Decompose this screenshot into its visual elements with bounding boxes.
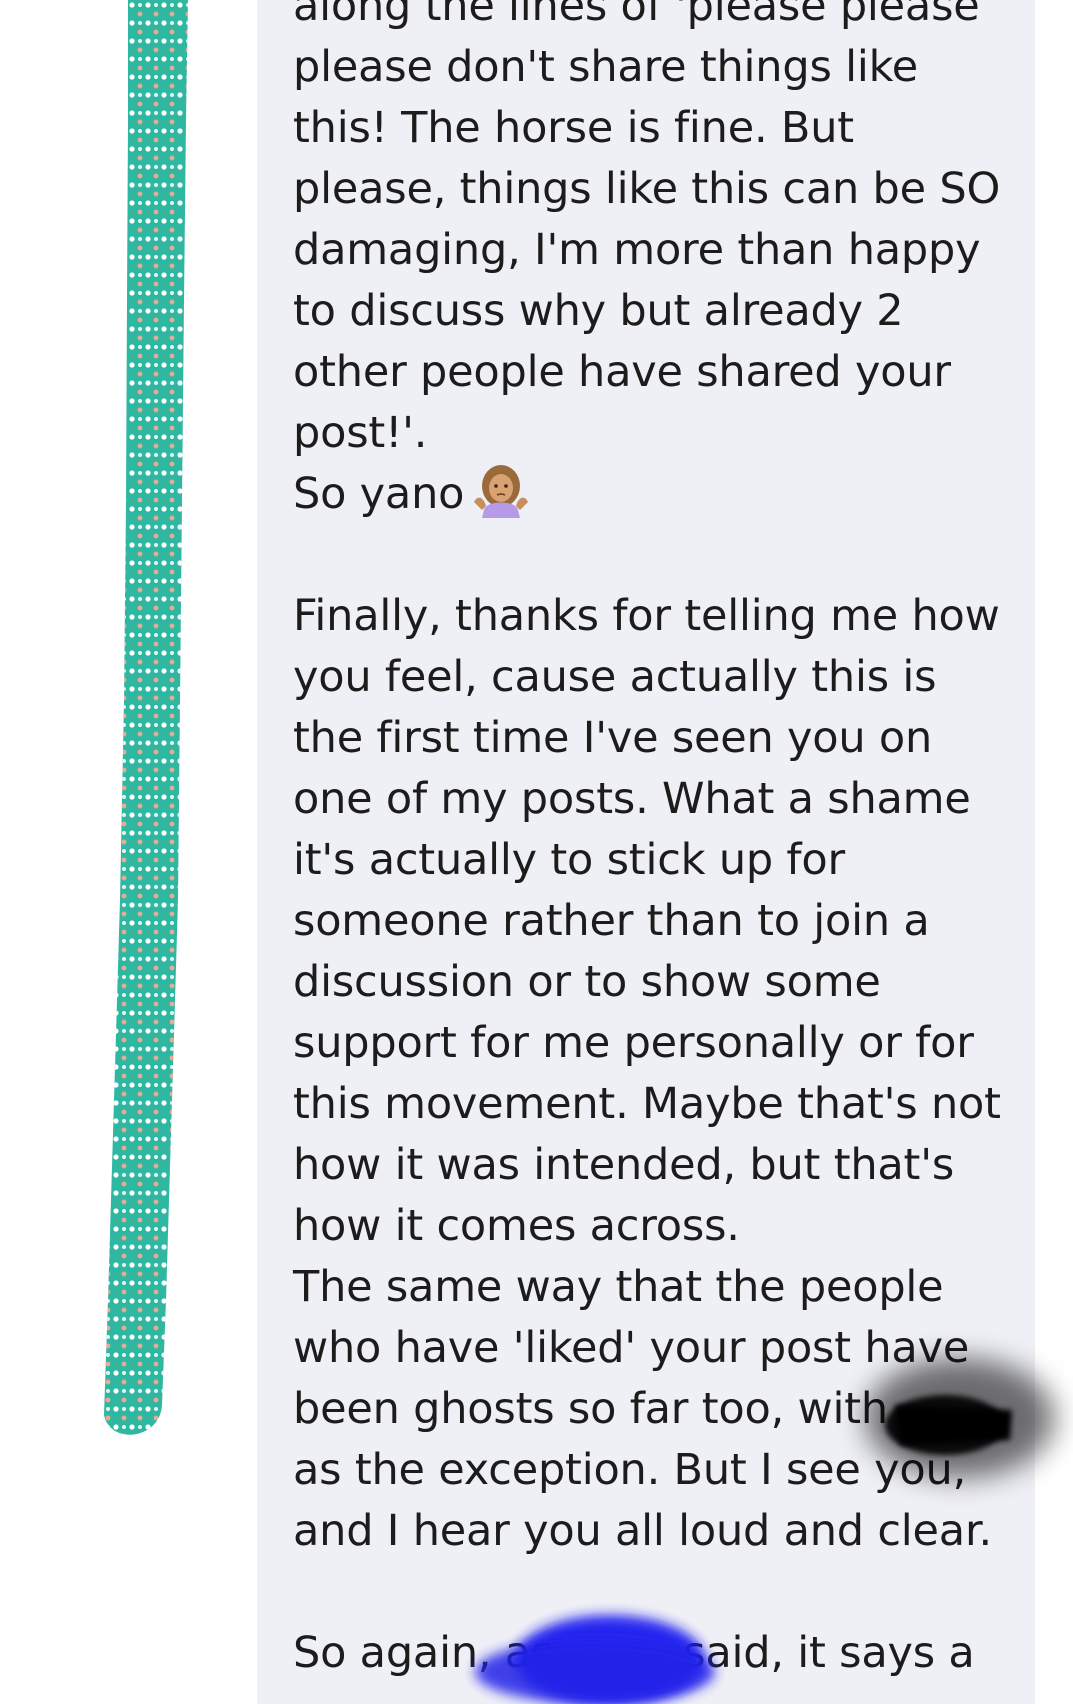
comment-line: who have 'liked' your post have [293, 1323, 970, 1373]
comment-line: the first time I've seen you on [293, 713, 933, 763]
so-yano-text: So yano [293, 469, 465, 519]
comment-line: support for me personally or for [293, 1018, 974, 1068]
comment-line: discussion or to show some [293, 957, 881, 1007]
comment-line: please, things like this can be SO [293, 164, 1001, 214]
comment-line: someone rather than to join a [293, 896, 930, 946]
comment-line: other people have shared your [293, 347, 951, 397]
comment-line: The same way that the people [293, 1262, 944, 1312]
comment-line: please don't share things like [293, 42, 919, 92]
comment-line: you feel, cause actually this is [293, 652, 937, 702]
comment-line: been ghosts so far too, with [293, 1384, 888, 1434]
comment-line: one of my posts. What a shame [293, 774, 971, 824]
comment-line-end: said, it says a [683, 1628, 975, 1678]
comment-line: as the exception. But I see you, [293, 1445, 967, 1495]
comment-line: along the lines of 'please please [293, 0, 980, 31]
comment-line: this! The horse is fine. But [293, 103, 854, 153]
comment-line-start: So again, as [293, 1628, 554, 1678]
screenshot-page: along the lines of 'please please please… [0, 0, 1073, 1704]
comment-line: it's actually to stick up for [293, 835, 845, 885]
so-yano-line: So yano [293, 464, 1023, 525]
comment-line: how it comes across. [293, 1201, 740, 1251]
comment-line: to discuss why but already 2 [293, 286, 904, 336]
comment-line: Finally, thanks for telling me how [293, 591, 1000, 641]
comment-line: damaging, I'm more than happy [293, 225, 981, 275]
green-scribble-annotation [104, 0, 188, 1435]
person-shrugging-icon [472, 464, 530, 535]
comment-line: and I hear you all loud and clear. [293, 1506, 992, 1556]
comment-text-body: along the lines of 'please please please… [293, 0, 1023, 1684]
comment-line-partial: So again, as said, it says a [293, 1623, 1023, 1684]
comment-line: post!'. [293, 408, 428, 458]
comment-line: how it was intended, but that's [293, 1140, 955, 1190]
comment-line: this movement. Maybe that's not [293, 1079, 1001, 1129]
